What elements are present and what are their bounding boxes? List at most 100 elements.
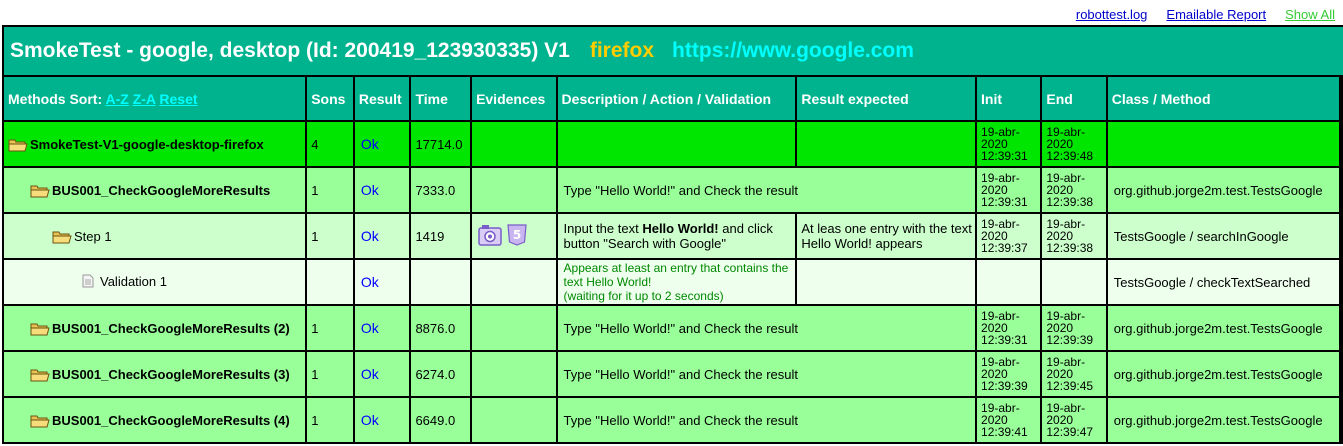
method-name-cell[interactable]: BUS001_CheckGoogleMoreResults (3) bbox=[4, 352, 306, 396]
expected-header: Result expected bbox=[797, 77, 976, 120]
camera-icon[interactable] bbox=[478, 224, 502, 249]
time-cell bbox=[411, 260, 471, 304]
sons-cell: 1 bbox=[307, 398, 353, 442]
init-cell: 19-abr-2020 12:39:31 bbox=[977, 122, 1041, 166]
evidences-header: Evidences bbox=[472, 77, 556, 120]
sons-cell bbox=[307, 260, 353, 304]
evidences-cell bbox=[472, 260, 556, 304]
evidences-cell bbox=[472, 306, 556, 350]
init-header: Init bbox=[977, 77, 1041, 120]
description-header: Description / Action / Validation bbox=[557, 77, 796, 120]
end-header: End bbox=[1042, 77, 1106, 120]
report-title: SmokeTest - google, desktop (Id: 200419_… bbox=[4, 27, 1343, 75]
folder-icon bbox=[30, 184, 50, 198]
end-cell: 19-abr-2020 12:39:38 bbox=[1042, 214, 1106, 258]
target-url: https://www.google.com bbox=[672, 39, 914, 62]
class-cell bbox=[1107, 122, 1339, 166]
evidences-cell bbox=[472, 398, 556, 442]
description-cell: Appears at least an entry that contains … bbox=[557, 260, 796, 304]
init-cell: 19-abr-2020 12:39:39 bbox=[977, 352, 1041, 396]
class-cell: org.github.jorge2m.test.TestsGoogle bbox=[1107, 306, 1339, 350]
class-cell: TestsGoogle / checkTextSearched bbox=[1107, 260, 1339, 304]
folder-icon bbox=[52, 230, 72, 244]
folder-icon bbox=[30, 368, 50, 382]
time-cell: 8876.0 bbox=[411, 306, 471, 350]
end-cell: 19-abr-2020 12:39:47 bbox=[1042, 398, 1106, 442]
class-cell: TestsGoogle / searchInGoogle bbox=[1107, 214, 1339, 258]
sort-az-link[interactable]: A-Z bbox=[105, 91, 128, 107]
emailable-report-link[interactable]: Emailable Report bbox=[1166, 7, 1266, 25]
method-name-cell[interactable]: BUS001_CheckGoogleMoreResults bbox=[4, 168, 306, 212]
description-cell: Input the text Hello World! and click bu… bbox=[557, 214, 796, 258]
result-cell: Ok bbox=[354, 398, 410, 442]
expected-cell bbox=[797, 122, 976, 166]
time-cell: 17714.0 bbox=[411, 122, 471, 166]
document-icon bbox=[82, 274, 94, 291]
init-cell: 19-abr-2020 12:39:31 bbox=[977, 168, 1041, 212]
description-cell: Type "Hello World!" and Check the result bbox=[557, 168, 976, 212]
end-cell: 19-abr-2020 12:39:39 bbox=[1042, 306, 1106, 350]
evidences-cell bbox=[472, 352, 556, 396]
step-name-cell[interactable]: Step 1 bbox=[4, 214, 306, 258]
table-row[interactable]: BUS001_CheckGoogleMoreResults (4) 1 Ok 6… bbox=[4, 398, 1339, 442]
time-cell: 7333.0 bbox=[411, 168, 471, 212]
init-cell: 19-abr-2020 12:39:37 bbox=[977, 214, 1041, 258]
table-header-row: Methods Sort: A-Z Z-A Reset Sons Result … bbox=[4, 77, 1339, 120]
evidences-cell bbox=[472, 168, 556, 212]
table-row[interactable]: BUS001_CheckGoogleMoreResults (2) 1 Ok 8… bbox=[4, 306, 1339, 350]
sons-cell: 1 bbox=[307, 214, 353, 258]
result-cell: Ok bbox=[354, 122, 410, 166]
time-header: Time bbox=[411, 77, 471, 120]
expected-cell bbox=[797, 260, 976, 304]
sons-cell: 1 bbox=[307, 306, 353, 350]
table-row[interactable]: BUS001_CheckGoogleMoreResults 1 Ok 7333.… bbox=[4, 168, 1339, 212]
result-cell: Ok bbox=[354, 260, 410, 304]
end-cell: 19-abr-2020 12:39:48 bbox=[1042, 122, 1106, 166]
time-cell: 1419 bbox=[411, 214, 471, 258]
end-cell: 19-abr-2020 12:39:45 bbox=[1042, 352, 1106, 396]
sort-za-link[interactable]: Z-A bbox=[133, 91, 156, 107]
table-row[interactable]: BUS001_CheckGoogleMoreResults (3) 1 Ok 6… bbox=[4, 352, 1339, 396]
sort-reset-link[interactable]: Reset bbox=[159, 91, 197, 107]
suite-name-cell[interactable]: SmokeTest-V1-google-desktop-firefox bbox=[4, 122, 306, 166]
table-row[interactable]: Step 1 1 Ok 1419 5 Input the text Hello … bbox=[4, 214, 1339, 258]
expected-cell: At leas one entry with the text Hello Wo… bbox=[797, 214, 976, 258]
folder-icon bbox=[8, 138, 28, 152]
folder-icon bbox=[30, 414, 50, 428]
html5-icon[interactable]: 5 bbox=[506, 223, 528, 249]
methods-table: Methods Sort: A-Z Z-A Reset Sons Result … bbox=[2, 75, 1341, 444]
result-cell: Ok bbox=[354, 306, 410, 350]
result-cell: Ok bbox=[354, 168, 410, 212]
description-cell: Type "Hello World!" and Check the result bbox=[557, 352, 976, 396]
robottest-log-link[interactable]: robottest.log bbox=[1076, 7, 1148, 25]
folder-icon bbox=[30, 322, 50, 336]
sons-header: Sons bbox=[307, 77, 353, 120]
class-cell: org.github.jorge2m.test.TestsGoogle bbox=[1107, 398, 1339, 442]
browser-name: firefox bbox=[589, 39, 655, 62]
table-row[interactable]: SmokeTest-V1-google-desktop-firefox 4 Ok… bbox=[4, 122, 1339, 166]
method-name-cell[interactable]: BUS001_CheckGoogleMoreResults (4) bbox=[4, 398, 306, 442]
result-cell: Ok bbox=[354, 214, 410, 258]
report-panel: SmokeTest - google, desktop (Id: 200419_… bbox=[2, 25, 1343, 444]
validation-name-cell[interactable]: Validation 1 bbox=[4, 260, 306, 304]
class-cell: org.github.jorge2m.test.TestsGoogle bbox=[1107, 352, 1339, 396]
description-cell: Type "Hello World!" and Check the result bbox=[557, 306, 976, 350]
sons-cell: 1 bbox=[307, 352, 353, 396]
method-name-cell[interactable]: BUS001_CheckGoogleMoreResults (2) bbox=[4, 306, 306, 350]
show-all-link[interactable]: Show All bbox=[1285, 7, 1335, 25]
result-header: Result bbox=[354, 77, 410, 120]
top-links: robottest.log Emailable Report Show All bbox=[1057, 7, 1343, 25]
description-cell: Type "Hello World!" and Check the result bbox=[557, 398, 976, 442]
init-cell: 19-abr-2020 12:39:41 bbox=[977, 398, 1041, 442]
end-cell bbox=[1042, 260, 1106, 304]
evidences-cell bbox=[472, 122, 556, 166]
suite-title: SmokeTest - google, desktop (Id: 200419_… bbox=[10, 39, 570, 62]
init-cell: 19-abr-2020 12:39:31 bbox=[977, 306, 1041, 350]
methods-sort-header: Methods Sort: A-Z Z-A Reset bbox=[4, 77, 306, 120]
table-row[interactable]: Validation 1 Ok Appears at least an entr… bbox=[4, 260, 1339, 304]
time-cell: 6274.0 bbox=[411, 352, 471, 396]
evidences-cell: 5 bbox=[472, 214, 556, 258]
svg-text:5: 5 bbox=[513, 228, 521, 242]
init-cell bbox=[977, 260, 1041, 304]
sons-cell: 4 bbox=[307, 122, 353, 166]
